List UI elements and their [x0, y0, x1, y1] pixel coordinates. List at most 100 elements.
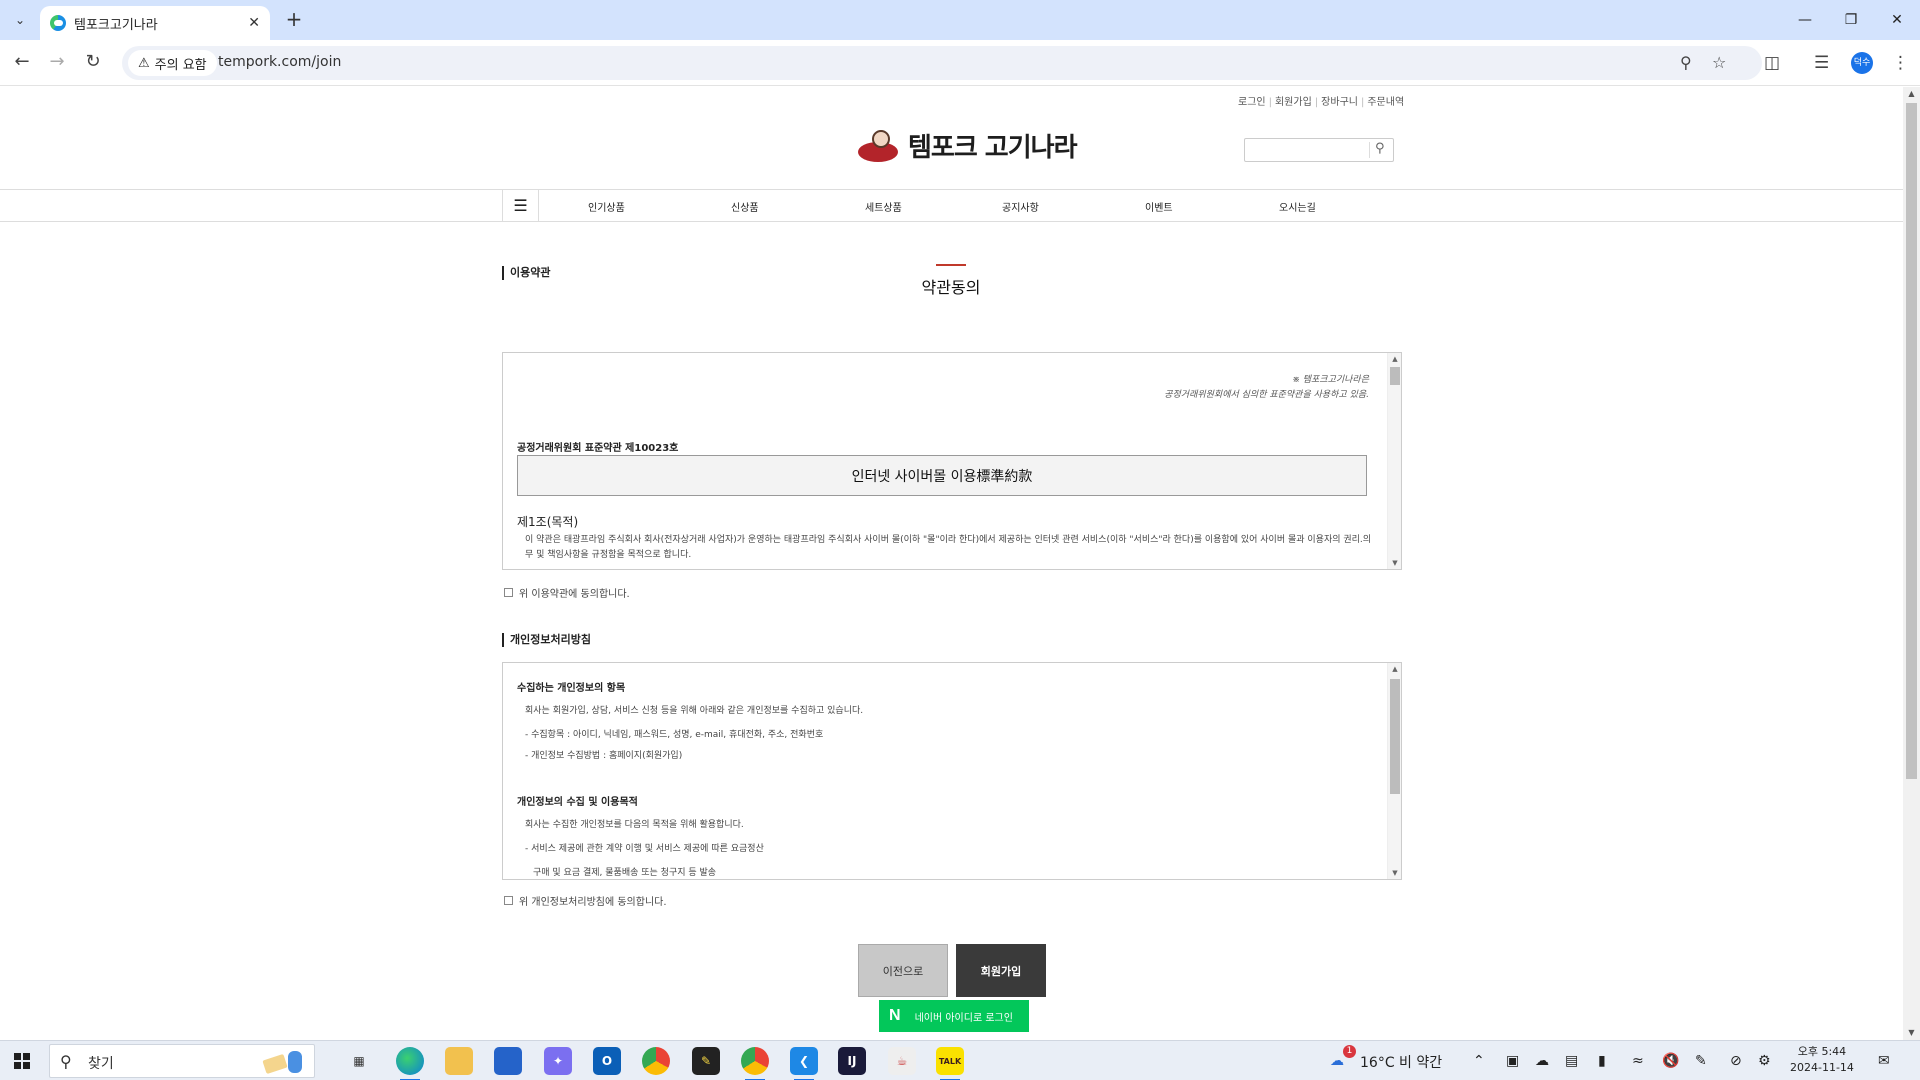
kakaotalk-app-icon[interactable]: TALK — [936, 1047, 964, 1080]
edge-app-icon[interactable] — [396, 1047, 424, 1080]
privacy-section-title: 개인정보처리방침 — [502, 633, 591, 647]
hamburger-menu-icon[interactable]: ☰ — [502, 190, 539, 221]
page-scrollbar[interactable]: ▲ ▼ — [1903, 87, 1920, 1040]
copilot-app-icon[interactable]: ✦ — [544, 1047, 572, 1075]
article-1-body: 이 약관은 태광프라임 주식회사 회사(전자상거래 사업자)가 운영하는 태광프… — [525, 535, 1372, 560]
weather-badge: 1 — [1343, 1045, 1356, 1058]
terms-scrollbox[interactable]: ※ 템포크고기나라은 공정거래위원회에서 심의한 표준약관을 사용하고 있음. … — [502, 352, 1402, 570]
title-accent-bar — [936, 264, 966, 266]
privacy-item-1: - 수집항목 : 아이디, 닉네임, 패스워드, 성명, e-mail, 휴대전… — [525, 730, 824, 740]
nav-sets[interactable]: 세트상품 — [865, 199, 902, 214]
taskbar-search[interactable]: ⚲ 찾기 — [49, 1044, 315, 1078]
extensions-icon[interactable]: ◫ — [1764, 53, 1780, 73]
search-icon: ⚲ — [60, 1052, 72, 1071]
standard-terms-title: 인터넷 사이버몰 이용標準約款 — [517, 455, 1367, 496]
minimize-button[interactable]: — — [1782, 0, 1828, 40]
naver-login-button[interactable]: N 네이버 아이디로 로그인 — [879, 1000, 1029, 1032]
terms-agree[interactable]: 위 이용약관에 동의합니다. — [504, 585, 630, 600]
windows-taskbar: ⚲ 찾기 ▦ ✦ O ✎ ❮ IJ ☕ TALK ☁ 1 16°C 비 약간 ⌃… — [0, 1040, 1920, 1080]
reload-button[interactable]: ↻ — [81, 51, 105, 75]
security-warning-chip[interactable]: ⚠ 주의 요함 — [128, 50, 217, 76]
privacy-scrollbox[interactable]: 수집하는 개인정보의 항목 회사는 회원가입, 상담, 서비스 신청 등을 위해… — [502, 662, 1402, 880]
chrome-app-icon[interactable] — [642, 1047, 670, 1075]
standard-terms-number: 공정거래위원회 표준약관 제10023호 — [517, 443, 679, 454]
privacy-agree-checkbox[interactable] — [504, 896, 513, 905]
search-highlight-icon — [262, 1051, 302, 1074]
back-button[interactable]: ← — [10, 51, 34, 75]
terms-section-title: 이용약관 — [502, 266, 550, 280]
tray-cloud-icon[interactable]: ☁ — [1535, 1053, 1549, 1069]
edge-favicon-icon — [50, 15, 66, 31]
chrome-profile-app-icon[interactable] — [741, 1047, 769, 1080]
url-text[interactable]: tempork.com/join — [218, 54, 341, 70]
logo-mark-icon — [858, 128, 902, 164]
address-bar[interactable]: ⚠ 주의 요함 tempork.com/join ⚲ ☆ — [122, 46, 1762, 80]
pen-icon[interactable]: ✎ — [1695, 1053, 1707, 1069]
tray-network-icon[interactable]: ⚙ — [1758, 1053, 1771, 1069]
media-control-icon[interactable]: ☰ — [1814, 53, 1829, 73]
site-search: ⚲ — [1244, 138, 1394, 162]
task-view-icon[interactable]: ▦ — [345, 1047, 373, 1075]
privacy-scrollbar[interactable]: ▲ ▼ — [1387, 663, 1401, 879]
restore-button[interactable]: ❐ — [1828, 0, 1874, 40]
nav-notices[interactable]: 공지사항 — [1002, 199, 1039, 214]
privacy-agree-label: 위 개인정보처리방침에 동의합니다. — [519, 897, 667, 908]
wifi-icon[interactable]: ≈ — [1632, 1053, 1644, 1069]
java-app-icon[interactable]: ☕ — [888, 1047, 916, 1075]
terms-agree-checkbox[interactable] — [504, 588, 513, 597]
tab-search-chevron-icon[interactable]: ⌄ — [8, 8, 32, 32]
system-clock[interactable]: 오후 5:44 2024-11-14 — [1790, 1044, 1854, 1076]
privacy-agree[interactable]: 위 개인정보처리방침에 동의합니다. — [504, 893, 667, 908]
browser-menu-icon[interactable]: ⋮ — [1892, 53, 1909, 73]
tab-close-icon[interactable]: ✕ — [248, 15, 260, 31]
orders-link[interactable]: 주문내역 — [1367, 97, 1404, 108]
forward-button[interactable]: → — [45, 51, 69, 75]
file-explorer-icon[interactable] — [445, 1047, 473, 1075]
security-label: 주의 요함 — [154, 57, 207, 73]
taskbar-search-label: 찾기 — [88, 1056, 114, 1072]
main-navigation: ☰ 인기상품 신상품 세트상품 공지사항 이벤트 오시는길 — [0, 189, 1903, 222]
privacy-item-2: - 개인정보 수집방법 : 홈페이지(회원가입) — [525, 751, 683, 761]
volume-muted-icon[interactable]: 🔇 — [1662, 1053, 1679, 1069]
bookmark-star-icon[interactable]: ☆ — [1712, 53, 1726, 72]
tray-status-icon[interactable]: ⊘ — [1730, 1053, 1742, 1069]
profile-avatar[interactable]: 덕수 — [1851, 52, 1873, 74]
tab-title: 템포크고기나라 — [74, 17, 158, 33]
logo-text: 템포크 고기나라 — [908, 133, 1077, 163]
login-link[interactable]: 로그인 — [1238, 97, 1266, 108]
search-icon[interactable]: ⚲ — [1375, 141, 1385, 156]
prev-button[interactable]: 이전으로 — [858, 944, 948, 997]
tray-display-icon[interactable]: ▤ — [1565, 1053, 1578, 1069]
nav-directions[interactable]: 오시는길 — [1279, 199, 1316, 214]
signup-link[interactable]: 회원가입 — [1275, 97, 1312, 108]
nav-events[interactable]: 이벤트 — [1145, 199, 1173, 214]
site-logo[interactable]: 템포크 고기나라 — [858, 127, 1077, 164]
privacy-text-2: 회사는 수집한 개인정보를 다음의 목적을 위해 활용합니다. — [525, 820, 744, 830]
tray-chevron-icon[interactable]: ⌃ — [1473, 1053, 1485, 1069]
browser-tab-active[interactable]: 템포크고기나라 ✕ — [40, 6, 270, 40]
intellij-app-icon[interactable]: IJ — [838, 1047, 866, 1075]
notes-app-icon[interactable]: ✎ — [692, 1047, 720, 1075]
site-search-input[interactable] — [1249, 141, 1367, 159]
join-button[interactable]: 회원가입 — [956, 944, 1046, 997]
tray-meet-icon[interactable]: ▣ — [1506, 1053, 1519, 1069]
battery-icon[interactable]: ▮ — [1598, 1053, 1606, 1069]
weather-text[interactable]: 16°C 비 약간 — [1360, 1052, 1442, 1072]
store-app-icon[interactable] — [494, 1047, 522, 1075]
vscode-app-icon[interactable]: ❮ — [790, 1047, 818, 1080]
weather-icon[interactable]: ☁ — [1330, 1053, 1344, 1069]
windows-start-icon[interactable] — [14, 1053, 30, 1069]
terms-scrollbar[interactable]: ▲ ▼ — [1387, 353, 1401, 569]
notification-center-icon[interactable]: ✉ — [1878, 1053, 1890, 1069]
privacy-item-4: 구매 및 요금 결제, 물품배송 또는 청구지 등 발송 — [533, 868, 717, 878]
outlook-app-icon[interactable]: O — [593, 1047, 621, 1075]
close-window-button[interactable]: ✕ — [1874, 0, 1920, 40]
nav-popular[interactable]: 인기상품 — [588, 199, 625, 214]
utility-links: 로그인 | 회원가입 | 장바구니 | 주문내역 — [1238, 97, 1405, 108]
cart-link[interactable]: 장바구니 — [1321, 97, 1358, 108]
zoom-icon[interactable]: ⚲ — [1680, 53, 1692, 72]
naver-logo-icon: N — [889, 1007, 901, 1024]
new-tab-button[interactable]: + — [282, 8, 306, 32]
nav-new[interactable]: 신상품 — [731, 199, 759, 214]
naver-login-label: 네이버 아이디로 로그인 — [914, 1012, 1013, 1024]
